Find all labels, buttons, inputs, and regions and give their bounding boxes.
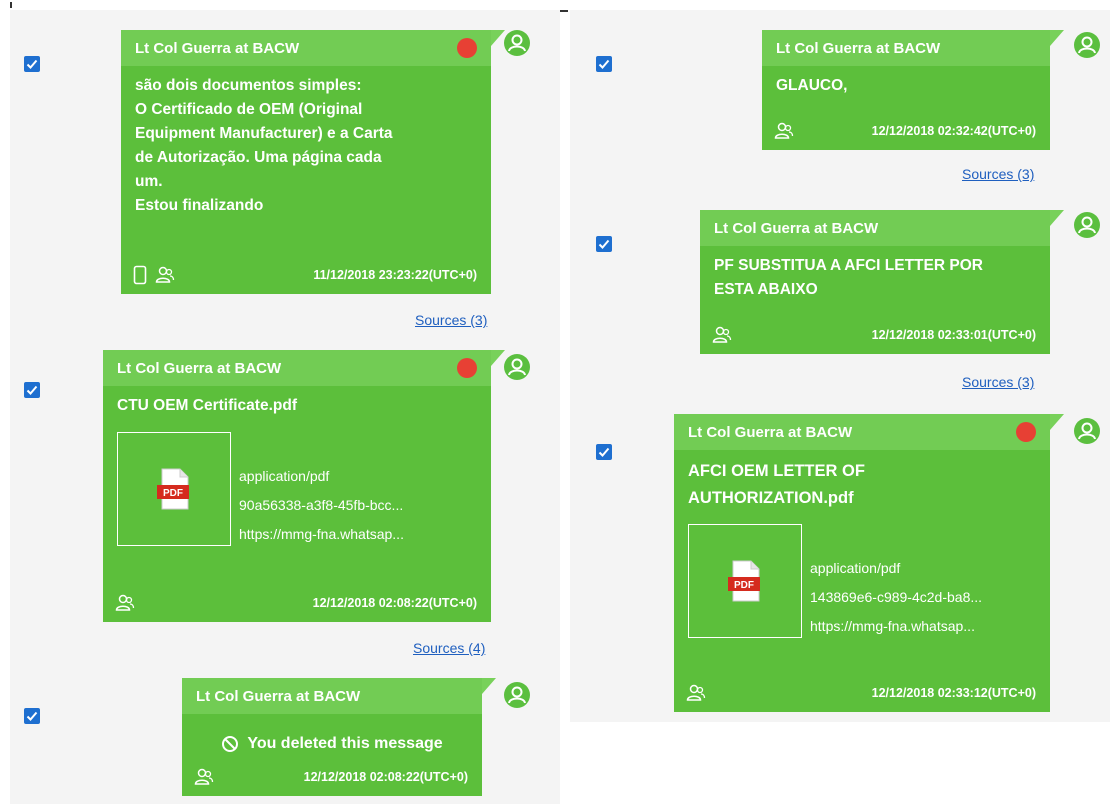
message-line: Equipment Manufacturer) e a Carta [135, 125, 393, 142]
message-line: ESTA ABAIXO [714, 281, 818, 298]
attachment-id: 143869e6-c989-4c2d-ba8... [810, 589, 983, 605]
attachment-card[interactable]: PDF application/pdf 143869e6-c989-4c2d-b… [688, 524, 1036, 641]
sender-name: Lt Col Guerra at BACW [135, 39, 300, 57]
contacts-icon [155, 266, 175, 283]
message-timestamp: 12/12/2018 02:33:12(UTC+0) [871, 686, 1036, 700]
message-line: PF SUBSTITUA A AFCI LETTER POR [714, 257, 983, 274]
attachment-mime: application/pdf [810, 560, 901, 576]
sender-name: Lt Col Guerra at BACW [117, 359, 282, 377]
attachment-filename: AUTHORIZATION.pdf [688, 489, 854, 507]
message-timestamp: 12/12/2018 02:08:22(UTC+0) [303, 770, 468, 784]
unread-dot-icon [1016, 422, 1036, 442]
message-text: são dois documentos simples: O Certifica… [121, 66, 491, 218]
message-header: Lt Col Guerra at BACW [700, 210, 1050, 246]
message-line: O Certificado de OEM (Original [135, 101, 363, 118]
message-timestamp: 12/12/2018 02:33:01(UTC+0) [871, 328, 1036, 342]
message-timestamp: 12/12/2018 02:32:42(UTC+0) [871, 124, 1036, 138]
attachment-url[interactable]: https://mmg-fna.whatsap... [239, 520, 404, 549]
message-text: PF SUBSTITUA A AFCI LETTER POR ESTA ABAI… [700, 246, 1050, 302]
sources-link[interactable]: Sources (3) [415, 312, 487, 328]
sources-link[interactable]: Sources (4) [413, 640, 485, 656]
attachment-url[interactable]: https://mmg-fna.whatsap... [810, 612, 982, 641]
message-header: Lt Col Guerra at BACW [182, 678, 482, 714]
attachment-meta: application/pdf 143869e6-c989-4c2d-ba8..… [810, 524, 982, 641]
right-message-panel: Lt Col Guerra at BACW GLAUCO, 12/12/2018… [570, 10, 1110, 722]
message-bubble[interactable]: Lt Col Guerra at BACW CTU OEM Certificat… [103, 350, 505, 622]
message-select-checkbox[interactable] [24, 56, 40, 72]
message-bubble[interactable]: Lt Col Guerra at BACW são dois documento… [121, 30, 505, 294]
message-header: Lt Col Guerra at BACW [674, 414, 1050, 450]
message-content: CTU OEM Certificate.pdf PDF application/… [103, 386, 491, 549]
avatar-icon [1074, 32, 1100, 58]
message-line: de Autorização. Uma página cada [135, 149, 382, 166]
message-bubble[interactable]: Lt Col Guerra at BACW AFCI OEM LETTER OF… [674, 414, 1064, 712]
message-text: GLAUCO, [762, 66, 1050, 98]
message-bubble[interactable]: Lt Col Guerra at BACW GLAUCO, 12/12/2018… [762, 30, 1064, 150]
unread-dot-icon [457, 358, 477, 378]
message-line: Estou finalizando [135, 197, 264, 214]
sender-name: Lt Col Guerra at BACW [688, 423, 853, 441]
message-bubble[interactable]: Lt Col Guerra at BACW PF SUBSTITUA A AFC… [700, 210, 1064, 354]
message-footer: 12/12/2018 02:08:22(UTC+0) [194, 766, 468, 788]
pdf-file-icon: PDF [688, 524, 802, 638]
attachment-mime: application/pdf [239, 468, 330, 484]
message-select-checkbox[interactable] [24, 708, 40, 724]
deleted-message-text: You deleted this message [247, 735, 443, 752]
attachment-filename: CTU OEM Certificate.pdf [117, 397, 297, 414]
avatar-icon [1074, 418, 1100, 444]
message-select-checkbox[interactable] [596, 236, 612, 252]
message-line: são dois documentos simples: [135, 77, 362, 94]
sender-name: Lt Col Guerra at BACW [714, 219, 879, 237]
message-footer: 11/12/2018 23:23:22(UTC+0) [133, 264, 477, 286]
message-footer: 12/12/2018 02:32:42(UTC+0) [774, 120, 1036, 142]
separator-mark [560, 10, 568, 12]
sender-name: Lt Col Guerra at BACW [196, 687, 361, 705]
contacts-icon [115, 594, 135, 611]
attachment-card[interactable]: PDF application/pdf 90a56338-a3f8-45fb-b… [117, 432, 477, 549]
message-timestamp: 11/12/2018 23:23:22(UTC+0) [313, 268, 477, 282]
message-select-checkbox[interactable] [596, 56, 612, 72]
unread-dot-icon [457, 38, 477, 58]
contacts-icon [774, 122, 794, 139]
sources-link[interactable]: Sources (3) [962, 374, 1034, 390]
sources-link[interactable]: Sources (3) [962, 166, 1034, 182]
message-content: AFCI OEM LETTER OF AUTHORIZATION.pdf PDF… [674, 450, 1050, 641]
phone-icon [133, 265, 147, 285]
message-line: um. [135, 173, 163, 190]
contacts-icon [712, 326, 732, 343]
message-line: GLAUCO, [776, 77, 848, 94]
message-footer: 12/12/2018 02:33:12(UTC+0) [686, 682, 1036, 704]
attachment-filename: AFCI OEM LETTER OF [688, 462, 865, 480]
blocked-icon [222, 736, 239, 752]
message-header: Lt Col Guerra at BACW [762, 30, 1050, 66]
avatar-icon [504, 354, 530, 380]
message-select-checkbox[interactable] [596, 444, 612, 460]
message-timestamp: 12/12/2018 02:08:22(UTC+0) [312, 596, 477, 610]
svg-text:PDF: PDF [163, 488, 183, 499]
sender-name: Lt Col Guerra at BACW [776, 39, 941, 57]
left-message-panel: Lt Col Guerra at BACW são dois documento… [10, 10, 560, 804]
message-header: Lt Col Guerra at BACW [121, 30, 491, 66]
svg-text:PDF: PDF [734, 580, 754, 591]
message-footer: 12/12/2018 02:08:22(UTC+0) [115, 592, 477, 614]
avatar-icon [504, 30, 530, 56]
avatar-icon [504, 682, 530, 708]
message-header: Lt Col Guerra at BACW [103, 350, 491, 386]
separator-mark [10, 2, 12, 8]
attachment-id: 90a56338-a3f8-45fb-bcc... [239, 497, 404, 513]
contacts-icon [194, 768, 214, 785]
avatar-icon [1074, 212, 1100, 238]
pdf-file-icon: PDF [117, 432, 231, 546]
contacts-icon [686, 684, 706, 701]
attachment-meta: application/pdf 90a56338-a3f8-45fb-bcc..… [239, 432, 404, 549]
message-content: You deleted this message [182, 714, 482, 756]
message-bubble[interactable]: Lt Col Guerra at BACW You deleted this m… [182, 678, 496, 796]
message-footer: 12/12/2018 02:33:01(UTC+0) [712, 324, 1036, 346]
message-select-checkbox[interactable] [24, 382, 40, 398]
